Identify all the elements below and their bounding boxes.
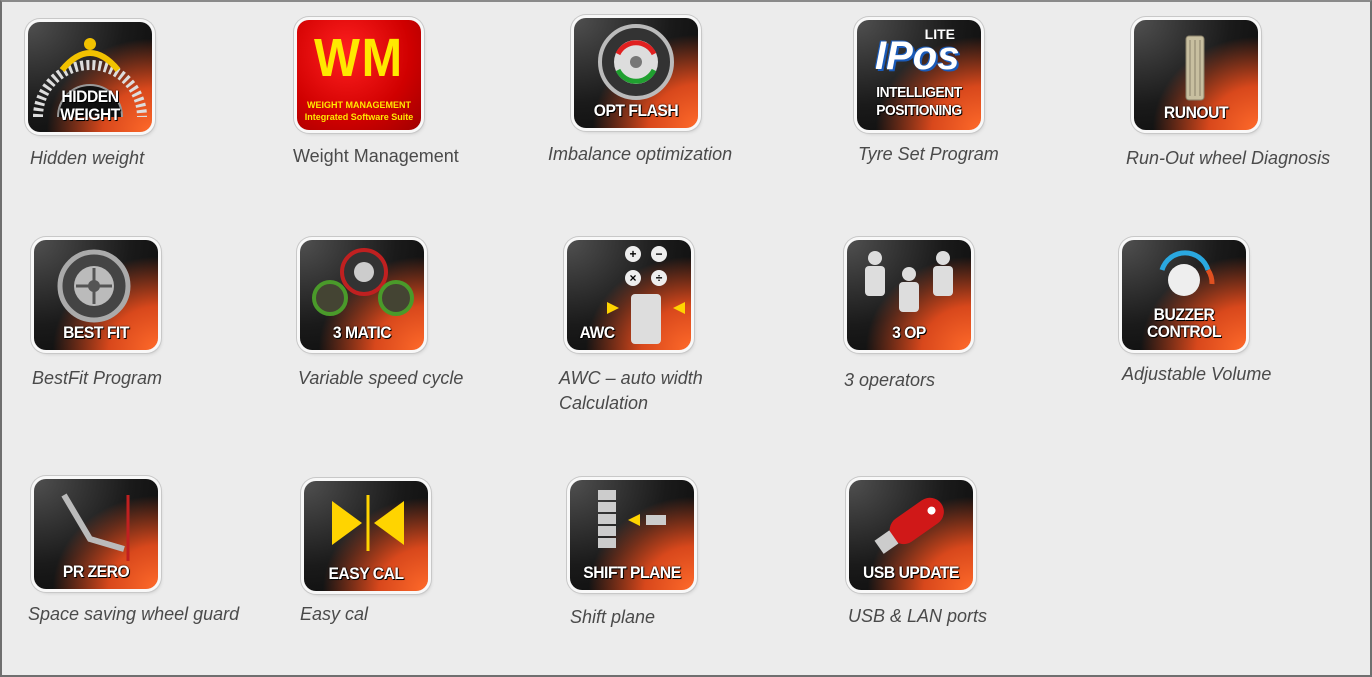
easy-cal-caption: Easy cal [300,604,369,624]
hidden-weight-icon-text: HIDDEN WEIGHT [60,87,120,124]
3-op-caption: 3 operators [844,370,936,390]
svg-text:÷: ÷ [656,271,663,285]
shift-plane-icon-text: SHIFT PLANE [583,563,681,582]
easy-cal-icon-text: EASY CAL [328,564,404,583]
awc-caption-line2: Calculation [559,393,649,413]
weight-management-icon: WM WEIGHT MANAGEMENT Integrated Software… [297,20,421,130]
runout-caption: Run-Out wheel Diagnosis [1126,148,1331,168]
runout-icon: RUNOUT [1134,20,1258,130]
opt-flash-icon-text: OPT FLASH [593,101,679,120]
svg-text:+: + [629,247,636,261]
usb-update-icon-text: USB UPDATE [863,563,959,582]
awc-caption-line1: AWC – auto width [559,368,703,388]
usb-update-caption: USB & LAN ports [848,606,988,626]
control-label: CONTROL [1146,322,1222,341]
weight-management-caption: Weight Management [293,146,459,166]
svg-text:×: × [629,271,636,285]
wm-subtitle: WEIGHT MANAGEMENT [307,100,411,110]
runout-icon-text: RUNOUT [1163,103,1229,122]
usb-update-icon: USB UPDATE [849,480,973,590]
ipos-caption: Tyre Set Program [858,144,999,164]
3-op-icon: 3 OP [847,240,971,350]
shift-plane-icon: SHIFT PLANE [570,480,694,590]
feature-panel: HIDDEN WEIGHT Hidden weight WM WEIGHT MA… [0,0,1372,677]
svg-text:−: − [655,247,662,261]
awc-icon: + − × ÷ AWC [567,240,691,350]
pr-zero-icon: PR ZERO [34,479,158,589]
wm-logo-text: WM [314,28,404,88]
3-op-icon-text: 3 OP [892,323,926,342]
best-fit-caption: BestFit Program [32,368,163,388]
opt-flash-icon: OPT FLASH [574,18,698,128]
ipos-icon: LITE IPos INTELLIGENT POSITIONING [857,20,981,130]
ipos-logo-text: IPos [875,34,960,78]
best-fit-icon: BEST FIT [34,240,158,350]
buzzer-control-icon: BUZZER CONTROL [1122,240,1246,350]
buzzer-control-icon-text: BUZZER CONTROL [1127,306,1241,340]
awc-icon-text: AWC [579,323,616,342]
buzzer-label: BUZZER [1153,305,1215,324]
best-fit-icon-text: BEST FIT [63,323,129,342]
hidden-weight-icon: HIDDEN WEIGHT [28,22,152,132]
pr-zero-icon-text: PR ZERO [62,562,130,581]
pr-zero-caption: Space saving wheel guard [28,604,240,624]
ipos-icon-text: INTELLIGENT POSITIONING [876,84,962,119]
3-matic-icon-text: 3 MATIC [332,323,392,342]
shift-plane-caption: Shift plane [570,607,656,627]
3-matic-icon: 3 MATIC [300,240,424,350]
wm-tagline: Integrated Software Suite [304,112,414,122]
opt-flash-caption: Imbalance optimization [548,144,733,164]
hidden-weight-caption: Hidden weight [30,148,145,168]
3-matic-caption: Variable speed cycle [298,368,464,388]
easy-cal-icon: EASY CAL [304,481,428,591]
buzzer-control-caption: Adjustable Volume [1122,364,1272,384]
